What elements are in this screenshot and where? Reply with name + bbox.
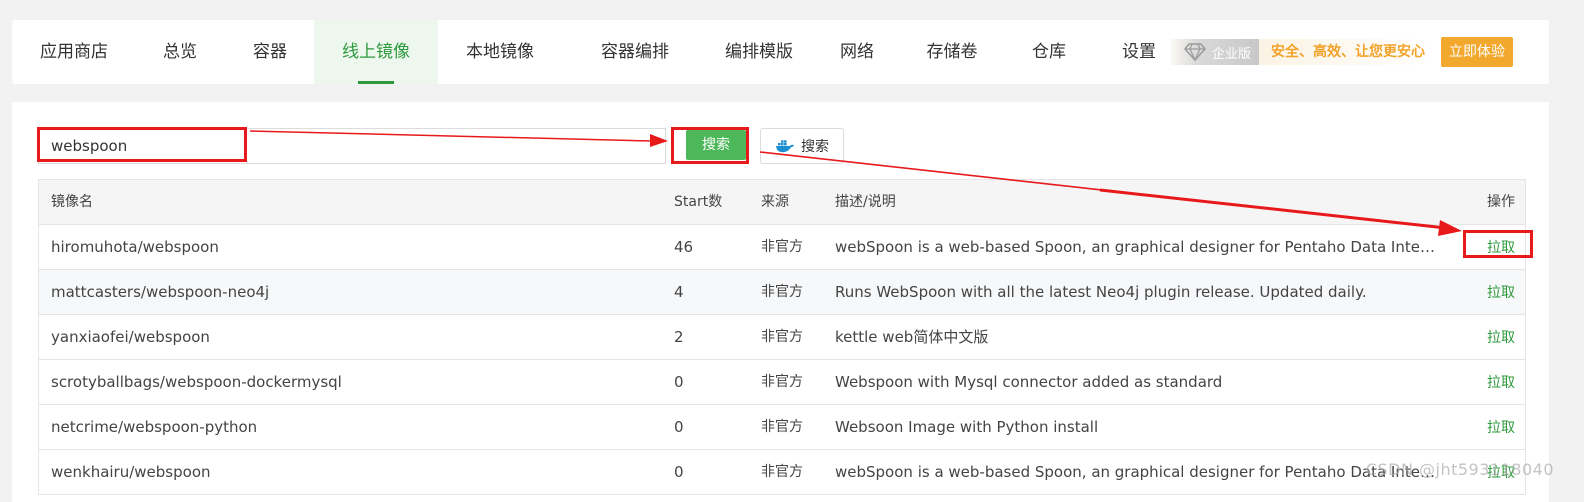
image-description: Websoon Image with Python install — [835, 418, 1099, 436]
image-description: webSpoon is a web-based Spoon, an graphi… — [835, 238, 1441, 256]
nav-tab-label: 存储卷 — [926, 42, 978, 62]
image-source: 非官方 — [761, 464, 803, 480]
table-row: yanxiaofei/webspoon 2 非官方 kettle web简体中文… — [39, 315, 1525, 360]
nav-tab-network[interactable]: 网络 — [822, 20, 892, 84]
image-source: 非官方 — [761, 329, 803, 345]
image-results-table: 镜像名 Start数 来源 描述/说明 操作 hiromuhota/webspo… — [38, 179, 1526, 495]
diamond-icon — [1184, 43, 1206, 61]
search-button[interactable]: 搜索 — [686, 130, 746, 160]
image-stars: 2 — [674, 328, 684, 346]
header-source: 来源 — [761, 194, 789, 210]
image-stars: 0 — [674, 463, 684, 481]
image-name: scrotyballbags/webspoon-dockermysql — [51, 373, 342, 391]
nav-tab-label: 本地镜像 — [466, 42, 534, 62]
enterprise-badge: 企业版 — [1170, 39, 1260, 65]
header-description: 描述/说明 — [835, 194, 896, 210]
nav-tab-label: 编排模版 — [725, 42, 793, 62]
nav-tab-label: 应用商店 — [40, 42, 108, 62]
image-description: Webspoon with Mysql connector added as s… — [835, 373, 1223, 391]
csdn-watermark: CSDN @jht593118040 — [1365, 460, 1554, 479]
image-name: yanxiaofei/webspoon — [51, 328, 210, 346]
header-image-name: 镜像名 — [51, 194, 93, 210]
nav-tab-containers[interactable]: 容器 — [225, 20, 315, 84]
pull-button[interactable]: 拉取 — [1487, 240, 1515, 256]
nav-tab-volumes[interactable]: 存储卷 — [912, 20, 992, 84]
image-source: 非官方 — [761, 284, 803, 300]
pull-button[interactable]: 拉取 — [1487, 420, 1515, 436]
enterprise-promo: 企业版 安全、高效、让您更安心 立即体验 — [1170, 36, 1514, 68]
image-name: wenkhairu/webspoon — [51, 463, 211, 481]
image-description: webSpoon is a web-based Spoon, an graphi… — [835, 463, 1441, 481]
nav-tab-container-orchestration[interactable]: 容器编排 — [575, 20, 695, 84]
table-row: scrotyballbags/webspoon-dockermysql 0 非官… — [39, 360, 1525, 405]
image-name: mattcasters/webspoon-neo4j — [51, 283, 270, 301]
image-stars: 46 — [674, 238, 694, 256]
nav-tab-registry[interactable]: 仓库 — [1014, 20, 1084, 84]
nav-tab-label: 容器编排 — [601, 42, 669, 62]
nav-tab-label: 容器 — [253, 42, 287, 62]
header-stars: Start数 — [674, 194, 723, 210]
nav-tab-orchestration-templates[interactable]: 编排模版 — [702, 20, 816, 84]
nav-tab-label: 设置 — [1122, 42, 1156, 62]
table-row: hiromuhota/webspoon 46 非官方 webSpoon is a… — [39, 225, 1525, 270]
table-header: 镜像名 Start数 来源 描述/说明 操作 — [39, 180, 1525, 225]
table-row: netcrime/webspoon-python 0 非官方 Websoon I… — [39, 405, 1525, 450]
nav-tab-app-store[interactable]: 应用商店 — [24, 20, 124, 84]
nav-tab-overview[interactable]: 总览 — [137, 20, 223, 84]
nav-tab-label: 仓库 — [1032, 42, 1066, 62]
docker-hub-search-button[interactable]: 搜索 — [760, 128, 844, 164]
enterprise-label: 企业版 — [1212, 46, 1252, 62]
nav-tab-settings[interactable]: 设置 — [1104, 20, 1174, 84]
nav-tab-label: 线上镜像 — [342, 42, 410, 62]
header-actions: 操作 — [1487, 194, 1515, 210]
docker-search-label: 搜索 — [801, 139, 829, 155]
image-name: netcrime/webspoon-python — [51, 418, 258, 436]
image-source: 非官方 — [761, 419, 803, 435]
image-stars: 0 — [674, 418, 684, 436]
online-images-panel: 搜索 搜索 镜像名 Start数 来源 描述/说明 操作 hiromuhota/… — [12, 102, 1549, 502]
image-name: hiromuhota/webspoon — [51, 238, 219, 256]
docker-whale-icon — [776, 140, 794, 153]
nav-tab-local-images[interactable]: 本地镜像 — [452, 20, 548, 84]
image-description: kettle web简体中文版 — [835, 328, 989, 346]
top-nav: 应用商店 总览 容器 线上镜像 本地镜像 容器编排 编排模版 网络 存储卷 仓库… — [12, 20, 1549, 84]
nav-tab-label: 网络 — [840, 42, 874, 62]
image-source: 非官方 — [761, 374, 803, 390]
nav-tab-online-images[interactable]: 线上镜像 — [314, 20, 438, 84]
promo-text: 安全、高效、让您更安心 — [1259, 39, 1438, 65]
pull-button[interactable]: 拉取 — [1487, 330, 1515, 346]
active-tab-underline — [358, 81, 394, 84]
table-row: mattcasters/webspoon-neo4j 4 非官方 Runs We… — [39, 270, 1525, 315]
nav-tab-label: 总览 — [163, 42, 197, 62]
image-source: 非官方 — [761, 239, 803, 255]
image-stars: 4 — [674, 283, 684, 301]
pull-button[interactable]: 拉取 — [1487, 375, 1515, 391]
table-row: wenkhairu/webspoon 0 非官方 webSpoon is a w… — [39, 450, 1525, 495]
image-description: Runs WebSpoon with all the latest Neo4j … — [835, 283, 1367, 301]
image-stars: 0 — [674, 373, 684, 391]
try-now-button[interactable]: 立即体验 — [1441, 37, 1514, 67]
pull-button[interactable]: 拉取 — [1487, 285, 1515, 301]
image-search-input[interactable] — [38, 128, 666, 164]
